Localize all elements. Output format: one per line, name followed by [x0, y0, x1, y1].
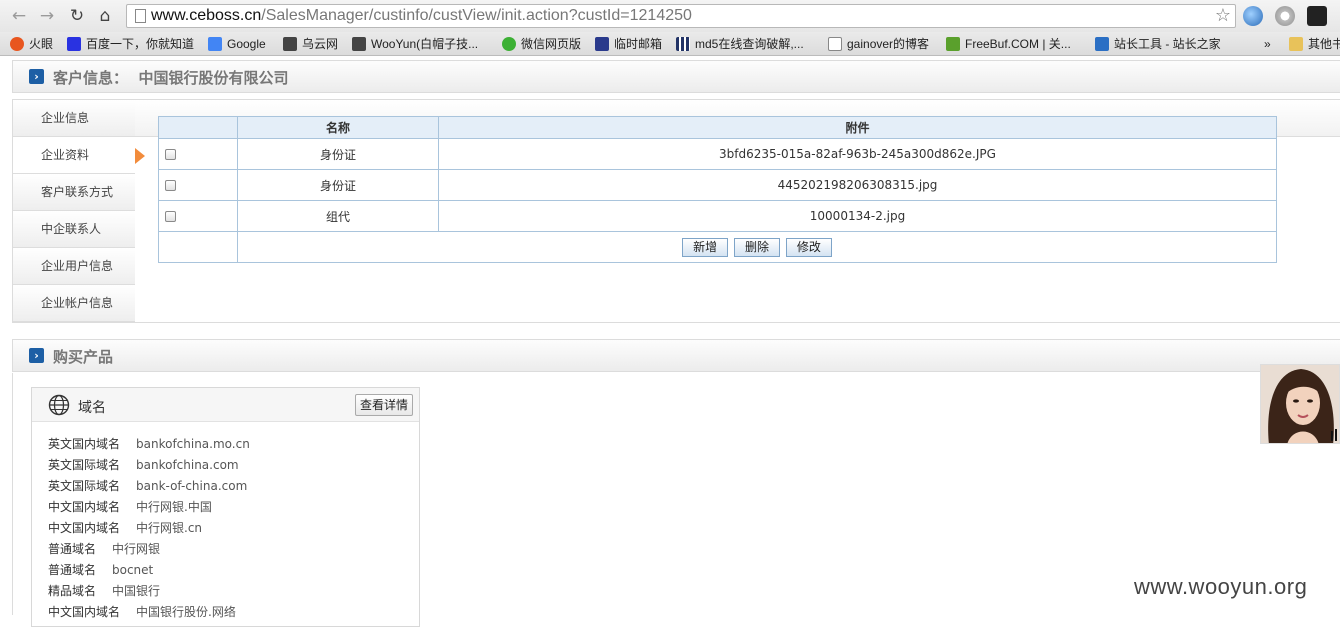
attachment-file: 445202198206308315.jpg	[438, 169, 1277, 201]
tab-customer-contact[interactable]: 客户联系方式	[13, 174, 135, 211]
bookmarks-bar: 火眼 百度一下，你就知道 Google 乌云网 WooYun(白帽子技... 微…	[0, 32, 1340, 56]
bookmarks-overflow-button[interactable]: »	[1264, 35, 1271, 53]
side-tabs: 企业信息 企业资料 客户联系方式 中企联系人 企业用户信息 企业帐户信息	[13, 100, 135, 322]
bookmark-chinaz[interactable]: 站长工具 - 站长之家	[1095, 35, 1221, 53]
home-icon[interactable]: ⌂	[94, 5, 116, 27]
tab-company-info[interactable]: 企业信息	[13, 100, 135, 137]
tab-company-users[interactable]: 企业用户信息	[13, 248, 135, 285]
active-tab-pointer	[135, 148, 145, 164]
column-header-select	[158, 116, 238, 139]
attachment-file: 3bfd6235-015a-82af-963b-245a300d862e.JPG	[438, 138, 1277, 170]
freebuf-icon	[946, 37, 960, 51]
card-title: 域名	[78, 400, 106, 416]
forward-icon[interactable]: →	[36, 5, 58, 27]
wooyun-icon	[283, 37, 297, 51]
purchased-products-header: › 购买产品	[12, 339, 1340, 372]
list-item: 英文国际域名 bank-of-china.com	[48, 479, 248, 493]
grid-icon	[676, 37, 690, 51]
tab-company-accounts[interactable]: 企业帐户信息	[13, 285, 135, 322]
avatar-portrait	[1261, 365, 1339, 443]
chevron-right-icon: ›	[29, 348, 44, 363]
list-item: 中文国内域名 中行网银.cn	[48, 521, 203, 535]
bookmark-weixin[interactable]: 微信网页版	[502, 35, 581, 53]
list-item: 精品域名 中国银行	[48, 584, 161, 598]
row-checkbox[interactable]	[165, 149, 176, 160]
edit-button[interactable]: 修改	[785, 237, 832, 257]
extension-icon[interactable]	[1275, 6, 1295, 26]
table-header-row: 名称 附件	[158, 116, 1277, 139]
paw-icon	[67, 37, 81, 51]
browser-toolbar: ← → ↻ ⌂ www.ceboss.cn/SalesManager/custi…	[0, 0, 1340, 32]
table-row: 身份证 3bfd6235-015a-82af-963b-245a300d862e…	[158, 138, 1277, 170]
tab-company-documents[interactable]: 企业资料	[13, 137, 135, 174]
row-checkbox[interactable]	[165, 180, 176, 191]
page-icon	[828, 37, 842, 51]
url-text: www.ceboss.cn/SalesManager/custinfo/cust…	[151, 7, 692, 24]
tab-zhongqi-contact[interactable]: 中企联系人	[13, 211, 135, 248]
page-content: › 客户信息： 中国银行股份有限公司 企业信息 企业资料 客户联系方式 中企联系…	[0, 57, 1340, 627]
table-row: 身份证 445202198206308315.jpg	[158, 169, 1277, 201]
list-item: 英文国际域名 bankofchina.com	[48, 458, 239, 472]
reload-icon[interactable]: ↻	[66, 5, 88, 27]
view-details-button[interactable]: 查看详情	[354, 394, 413, 416]
list-item: 普通域名 bocnet	[48, 563, 154, 577]
address-bar[interactable]: www.ceboss.cn/SalesManager/custinfo/cust…	[126, 4, 1236, 28]
list-item: 中文国内域名 中国银行股份.网络	[48, 605, 236, 619]
wechat-icon	[502, 37, 516, 51]
card-header: 域名 查看详情	[32, 388, 419, 422]
add-button[interactable]: 新增	[682, 237, 729, 257]
list-item: 普通域名 中行网银	[48, 542, 161, 556]
column-header-name: 名称	[237, 116, 439, 139]
list-item: 英文国内域名 bankofchina.mo.cn	[48, 437, 250, 451]
customer-info-panel: 企业信息 企业资料 客户联系方式 中企联系人 企业用户信息 企业帐户信息 名称 …	[12, 99, 1340, 323]
google-icon	[208, 37, 222, 51]
bookmark-folder-other[interactable]: 其他书	[1289, 35, 1340, 53]
bookmark-huoyan[interactable]: 火眼	[10, 35, 53, 53]
mask-extension-icon[interactable]	[1307, 6, 1327, 26]
attachment-name: 身份证	[237, 138, 439, 170]
fire-icon	[10, 37, 24, 51]
attachment-file: 10000134-2.jpg	[438, 200, 1277, 232]
bookmark-wooyun-whitehat[interactable]: WooYun(白帽子技...	[352, 35, 478, 53]
page-title: 客户信息： 中国银行股份有限公司	[53, 69, 289, 87]
back-icon[interactable]: ←	[8, 5, 30, 27]
bookmark-google[interactable]: Google	[208, 35, 266, 53]
delete-button[interactable]: 删除	[733, 237, 780, 257]
globe-icon	[48, 394, 70, 416]
bookmark-tempmail[interactable]: 临时邮箱	[595, 35, 662, 53]
chevron-right-icon: ›	[29, 69, 44, 84]
attachments-table: 名称 附件 身份证 3bfd6235-015a-82af-963b-245a30…	[158, 116, 1277, 263]
globe-extension-icon[interactable]	[1243, 6, 1263, 26]
page-icon	[135, 9, 146, 23]
chinaz-icon	[1095, 37, 1109, 51]
table-actions-row: 新增 删除 修改	[158, 231, 1277, 263]
section-title: 购买产品	[53, 348, 114, 366]
bookmark-gainover[interactable]: gainover的博客	[828, 35, 929, 53]
domain-product-card: 域名 查看详情 英文国内域名 bankofchina.mo.cn 英文国际域名 ba…	[31, 387, 420, 627]
bookmark-star-icon[interactable]: ☆	[1215, 5, 1231, 26]
attachment-name: 身份证	[237, 169, 439, 201]
mail-icon	[595, 37, 609, 51]
bookmark-wooyun[interactable]: 乌云网	[283, 35, 338, 53]
list-item: 中文国内域名 中行网银.中国	[48, 500, 212, 514]
row-checkbox[interactable]	[165, 211, 176, 222]
attachment-name: 组代	[237, 200, 439, 232]
watermark: www.wooyun.org	[1134, 574, 1308, 599]
table-row: 组代 10000134-2.jpg	[158, 200, 1277, 232]
floating-chat-avatar[interactable]	[1260, 364, 1340, 444]
bookmark-baidu[interactable]: 百度一下，你就知道	[67, 35, 194, 53]
bookmark-md5[interactable]: md5在线查询破解,...	[676, 35, 804, 53]
column-header-attachment: 附件	[438, 116, 1277, 139]
folder-icon	[1289, 37, 1303, 51]
bookmark-freebuf[interactable]: FreeBuf.COM | 关...	[946, 35, 1071, 53]
wooyun-icon	[352, 37, 366, 51]
customer-info-header: › 客户信息： 中国银行股份有限公司	[12, 60, 1340, 93]
